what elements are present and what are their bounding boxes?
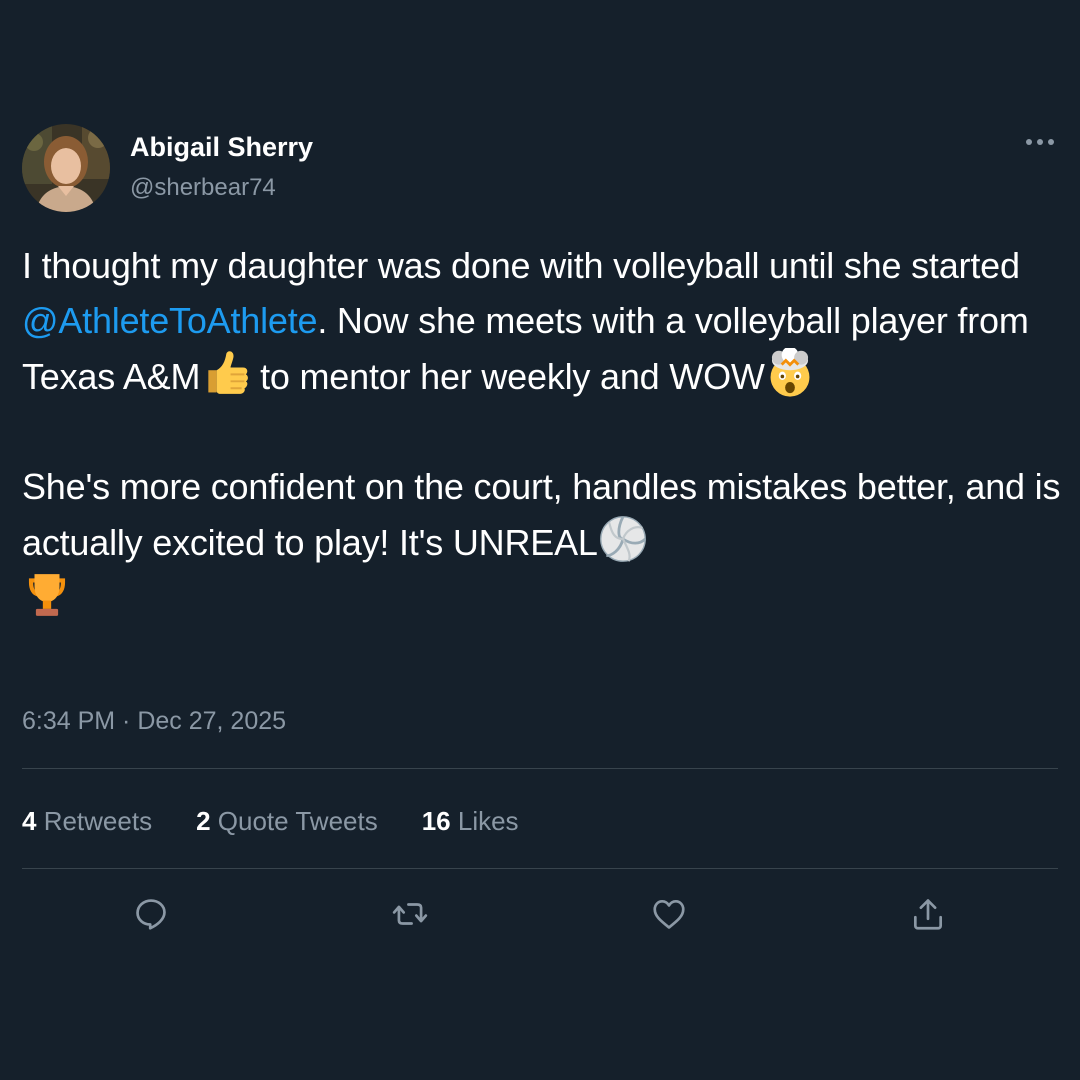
mention-link[interactable]: @AthleteToAthlete (22, 300, 318, 341)
avatar[interactable] (22, 124, 110, 212)
like-button[interactable] (645, 890, 693, 938)
quote-tweets-stat[interactable]: 2 Quote Tweets (196, 803, 378, 839)
share-button[interactable] (904, 890, 952, 938)
more-icon (1026, 139, 1054, 145)
author-handle[interactable]: @sherbear74 (130, 172, 276, 204)
avatar-image (22, 124, 110, 212)
tweet-paragraph-1: I thought my daughter was done with voll… (22, 238, 1062, 404)
retweets-label: Retweets (36, 806, 153, 836)
tweet-text: I thought my daughter was done with voll… (22, 238, 1062, 626)
likes-label: Likes (450, 806, 519, 836)
tweet-detail: Abigail Sherry @sherbear74 I thought my … (0, 0, 1080, 1080)
likes-count: 16 (421, 806, 451, 836)
retweets-stat[interactable]: 4 Retweets (22, 803, 152, 839)
tweet-paragraph-2: She's more confident on the court, handl… (22, 459, 1062, 626)
retweets-count: 4 (22, 806, 37, 836)
retweet-icon (392, 903, 428, 925)
likes-stat[interactable]: 16 Likes (422, 803, 519, 839)
like-icon (653, 899, 685, 929)
quote-tweets-count: 2 (196, 806, 211, 836)
tweet-timestamp[interactable]: 6:34 PM · Dec 27, 2025 (22, 704, 286, 738)
exploding-head-emoji (765, 348, 815, 398)
reply-button[interactable] (127, 890, 175, 938)
divider (22, 868, 1058, 869)
tweet-text-segment: to mentor her weekly and WOW (250, 356, 765, 397)
divider (22, 768, 1058, 769)
tweet-text-segment: I thought my daughter was done with voll… (22, 245, 1020, 286)
reply-icon (136, 899, 166, 930)
share-icon (913, 899, 943, 930)
tweet-text-segment: She's more confident on the court, handl… (22, 466, 1061, 563)
quote-tweets-label: Quote Tweets (210, 806, 378, 836)
retweet-button[interactable] (386, 890, 434, 938)
thumbs-up-emoji (200, 348, 250, 398)
tweet-stats: 4 Retweets 2 Quote Tweets 16 Likes (22, 803, 563, 839)
trophy-emoji (22, 570, 72, 620)
author-display-name[interactable]: Abigail Sherry (130, 130, 313, 164)
volleyball-emoji (598, 514, 648, 564)
more-options-button[interactable] (1018, 124, 1062, 160)
